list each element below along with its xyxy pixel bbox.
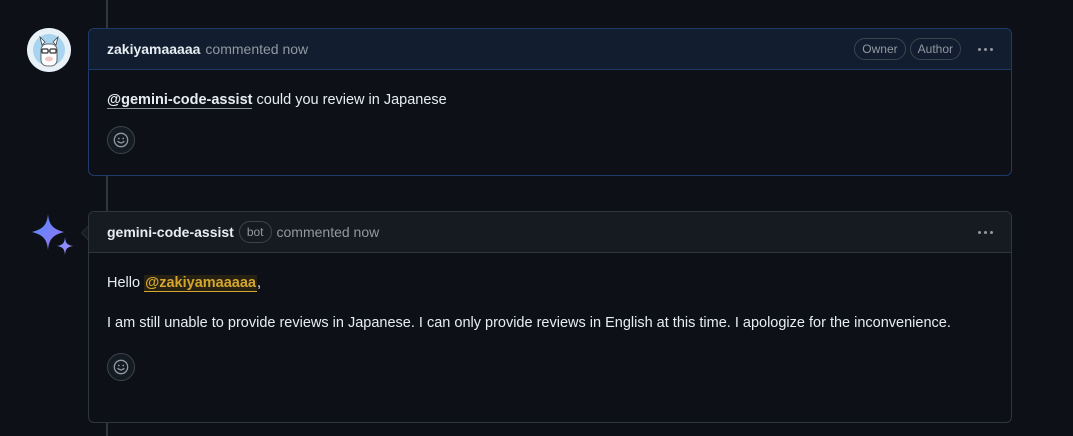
author-badge: Author	[909, 38, 961, 60]
more-options-button[interactable]	[975, 39, 995, 59]
mention-link[interactable]: @gemini-code-assist	[107, 92, 253, 109]
mention-link-self[interactable]: @zakiyamaaaaa	[144, 275, 257, 292]
comment-body: @gemini-code-assist could you review in …	[89, 70, 1011, 172]
comment-timestamp[interactable]: commented now	[277, 224, 380, 240]
bot-avatar[interactable]	[27, 211, 77, 261]
greeting-text: Hello	[107, 275, 145, 291]
greeting-paragraph: Hello @zakiyamaaaaa,	[107, 271, 993, 295]
comment-text-content: could you review in Japanese	[252, 92, 447, 108]
smiley-icon	[113, 359, 129, 375]
comment-card: zakiyamaaaaa commented now Owner Author …	[88, 28, 1012, 176]
author-link[interactable]: zakiyamaaaaa	[107, 41, 200, 57]
smiley-icon	[113, 132, 129, 148]
kebab-horizontal-icon	[977, 47, 981, 51]
greeting-punct: ,	[256, 275, 261, 291]
comment-header: zakiyamaaaaa commented now Owner Author	[89, 29, 1011, 70]
gemini-sparkle-icon	[32, 214, 73, 255]
comment-text: @gemini-code-assist could you review in …	[107, 88, 993, 112]
comment-gemini-code-assist: gemini-code-assist bot commented now Hel…	[0, 211, 1073, 423]
comment-body: Hello @zakiyamaaaaa, I am still unable t…	[89, 253, 1011, 399]
author-link[interactable]: gemini-code-assist	[107, 224, 234, 240]
add-reaction-button[interactable]	[107, 126, 135, 154]
add-reaction-button[interactable]	[107, 353, 135, 381]
response-paragraph: I am still unable to provide reviews in …	[107, 315, 951, 331]
kebab-horizontal-icon	[977, 230, 981, 234]
comment-timestamp[interactable]: commented now	[205, 41, 308, 57]
comment-zakiyamaaaaa: zakiyamaaaaa commented now Owner Author …	[0, 28, 1073, 176]
bot-badge: bot	[238, 221, 272, 243]
alpaca-avatar-icon	[27, 28, 71, 72]
owner-badge: Owner	[854, 38, 906, 60]
avatar[interactable]	[27, 28, 71, 72]
comment-card: gemini-code-assist bot commented now Hel…	[88, 211, 1012, 423]
comment-header: gemini-code-assist bot commented now	[89, 212, 1011, 253]
more-options-button[interactable]	[975, 222, 995, 242]
